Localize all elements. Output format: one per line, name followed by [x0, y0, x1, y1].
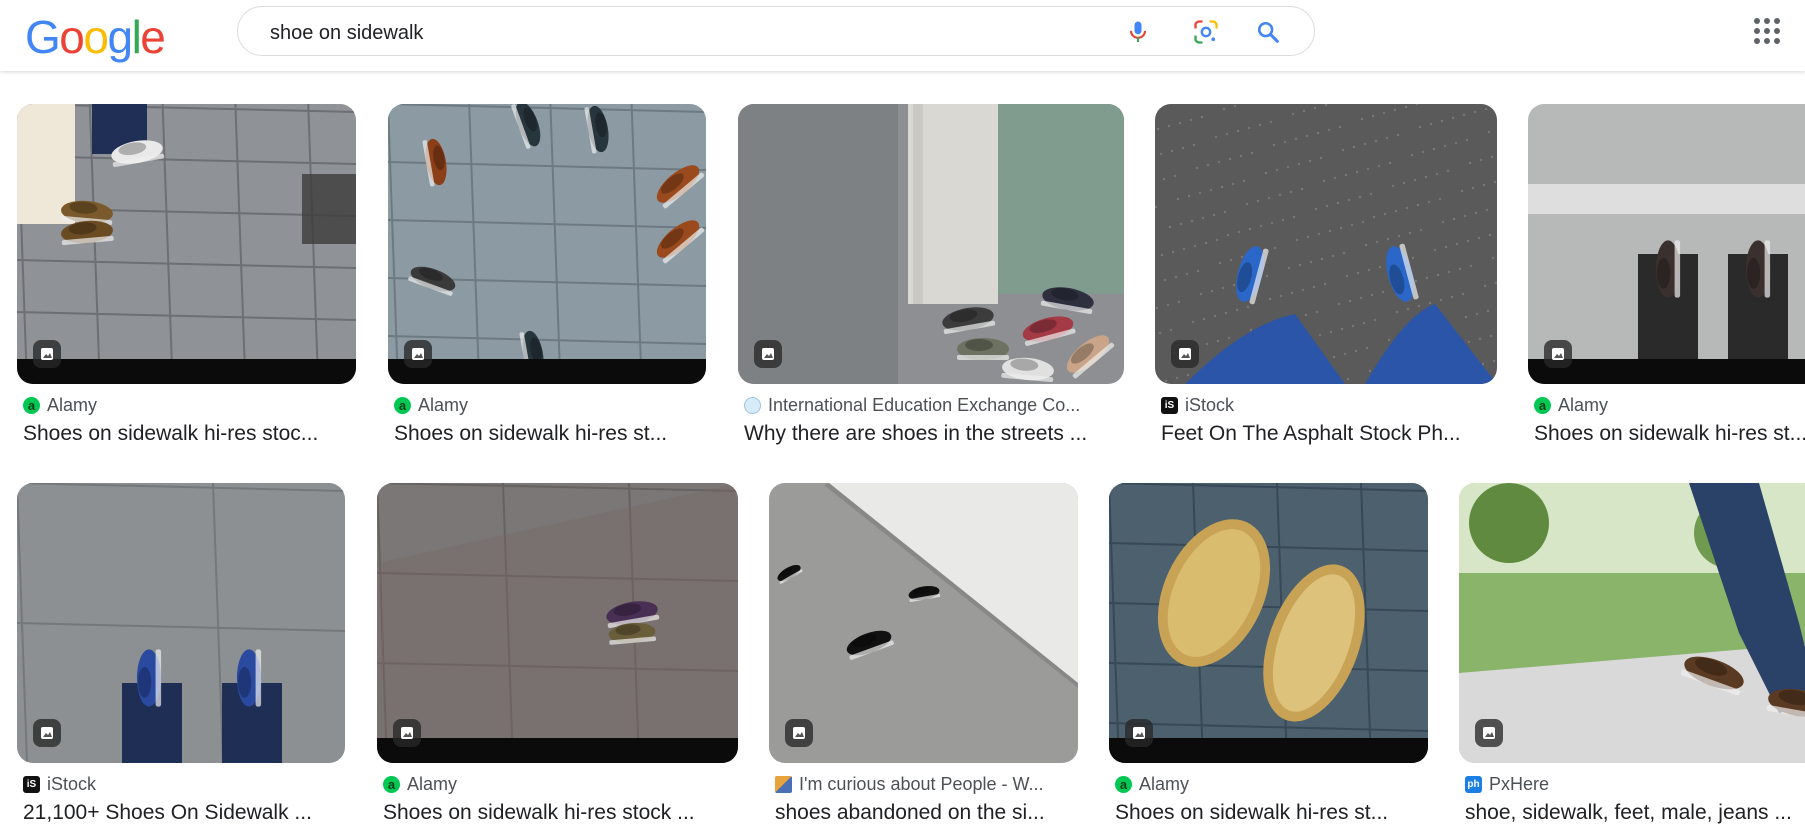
- image-icon: [1544, 340, 1572, 368]
- logo-letter: o: [59, 11, 85, 63]
- source-name: International Education Exchange Co...: [768, 394, 1081, 415]
- result-source[interactable]: I'm curious about People - W...: [775, 773, 1044, 795]
- source-name: Alamy: [407, 773, 458, 794]
- result-image-scene: [377, 483, 738, 763]
- result-source[interactable]: a Alamy: [1115, 773, 1189, 795]
- source-name: Alamy: [47, 394, 98, 415]
- microphone-icon[interactable]: [1124, 18, 1152, 46]
- image-result-card[interactable]: ph PxHere shoe, sidewalk, feet, male, jean…: [1459, 483, 1805, 833]
- result-source[interactable]: iS iStock: [1161, 394, 1234, 416]
- result-title[interactable]: 21,100+ Shoes On Sidewalk ...: [23, 801, 312, 825]
- result-image-scene: [1155, 104, 1497, 384]
- source-name: iStock: [1185, 394, 1235, 415]
- result-thumbnail[interactable]: [1459, 483, 1805, 763]
- image-result-card[interactable]: a Alamy Shoes on sidewalk hi-res st...: [1109, 483, 1428, 833]
- result-source[interactable]: a Alamy: [383, 773, 457, 795]
- result-image-scene: [1459, 483, 1805, 763]
- result-thumbnail[interactable]: [1528, 104, 1805, 384]
- result-thumbnail[interactable]: [738, 104, 1124, 384]
- image-result-card[interactable]: iS iStock Feet On The Asphalt Stock Ph...: [1155, 104, 1497, 454]
- logo-letter: l: [131, 11, 142, 63]
- source-name: Alamy: [1139, 773, 1190, 794]
- image-result-card[interactable]: a Alamy Shoes on sidewalk hi-res stock ...: [377, 483, 738, 833]
- pxhere-favicon-icon: ph: [1465, 775, 1482, 793]
- alamy-favicon-icon: a: [394, 396, 411, 414]
- source-name: Alamy: [1558, 394, 1609, 415]
- result-title[interactable]: Shoes on sidewalk hi-res st...: [1534, 422, 1805, 446]
- result-thumbnail[interactable]: [17, 483, 345, 763]
- result-thumbnail[interactable]: [1155, 104, 1497, 384]
- result-title[interactable]: Shoes on sidewalk hi-res stoc...: [23, 422, 318, 446]
- image-icon: [33, 719, 61, 747]
- image-result-card[interactable]: iS iStock 21,100+ Shoes On Sidewalk ...: [17, 483, 345, 833]
- result-source[interactable]: a Alamy: [394, 394, 468, 416]
- image-icon: [754, 340, 782, 368]
- search-input[interactable]: [268, 19, 1052, 47]
- result-image-scene: [1109, 483, 1428, 763]
- alamy-favicon-icon: a: [383, 775, 400, 793]
- logo-letter: G: [25, 11, 61, 63]
- source-name: I'm curious about People - W...: [799, 773, 1044, 794]
- result-source[interactable]: a Alamy: [1534, 394, 1608, 416]
- result-thumbnail[interactable]: [388, 104, 706, 384]
- logo-letter: o: [83, 11, 109, 63]
- image-result-card[interactable]: a Alamy Shoes on sidewalk hi-res st...: [388, 104, 706, 454]
- image-icon: [404, 340, 432, 368]
- logo-letter: e: [140, 11, 166, 63]
- search-box[interactable]: [237, 6, 1315, 56]
- apps-grid-icon[interactable]: [1752, 16, 1782, 46]
- image-result-card[interactable]: International Education Exchange Co... Wh…: [738, 104, 1124, 454]
- result-title[interactable]: shoes abandoned on the si...: [775, 801, 1045, 825]
- result-image-scene: [769, 483, 1078, 763]
- result-title[interactable]: Shoes on sidewalk hi-res stock ...: [383, 801, 695, 825]
- search-icon[interactable]: [1254, 18, 1282, 46]
- istock-favicon-icon: iS: [23, 775, 40, 793]
- alamy-favicon-icon: a: [23, 396, 40, 414]
- result-image-scene: [17, 483, 345, 763]
- result-thumbnail[interactable]: [17, 104, 356, 384]
- iee-favicon-icon: [744, 396, 761, 414]
- result-image-scene: [17, 104, 356, 384]
- result-title[interactable]: Shoes on sidewalk hi-res st...: [394, 422, 667, 446]
- result-image-scene: [738, 104, 1124, 384]
- lens-icon[interactable]: [1192, 18, 1220, 46]
- result-image-scene: [388, 104, 706, 384]
- google-logo[interactable]: Google: [25, 11, 166, 63]
- result-source[interactable]: ph PxHere: [1465, 773, 1549, 795]
- image-icon: [785, 719, 813, 747]
- source-name: iStock: [47, 773, 97, 794]
- image-icon: [393, 719, 421, 747]
- result-source[interactable]: International Education Exchange Co...: [744, 394, 1080, 416]
- image-icon: [33, 340, 61, 368]
- result-title[interactable]: Feet On The Asphalt Stock Ph...: [1161, 422, 1461, 446]
- source-name: PxHere: [1489, 773, 1550, 794]
- result-thumbnail[interactable]: [1109, 483, 1428, 763]
- result-source[interactable]: a Alamy: [23, 394, 97, 416]
- image-result-card[interactable]: a Alamy Shoes on sidewalk hi-res st...: [1528, 104, 1805, 454]
- image-icon: [1475, 719, 1503, 747]
- result-source[interactable]: iS iStock: [23, 773, 96, 795]
- curious-favicon-icon: [775, 775, 792, 793]
- result-title[interactable]: shoe, sidewalk, feet, male, jeans ...: [1465, 801, 1792, 825]
- image-icon: [1125, 719, 1153, 747]
- alamy-favicon-icon: a: [1115, 775, 1132, 793]
- result-title[interactable]: Shoes on sidewalk hi-res st...: [1115, 801, 1388, 825]
- top-bar: Google: [0, 0, 1805, 71]
- alamy-favicon-icon: a: [1534, 396, 1551, 414]
- image-icon: [1171, 340, 1199, 368]
- result-thumbnail[interactable]: [377, 483, 738, 763]
- logo-letter: g: [107, 11, 133, 63]
- result-thumbnail[interactable]: [769, 483, 1078, 763]
- image-result-card[interactable]: I'm curious about People - W... shoes aba…: [769, 483, 1078, 833]
- image-result-card[interactable]: a Alamy Shoes on sidewalk hi-res stoc...: [17, 104, 356, 454]
- istock-favicon-icon: iS: [1161, 396, 1178, 414]
- result-title[interactable]: Why there are shoes in the streets ...: [744, 422, 1087, 446]
- source-name: Alamy: [418, 394, 469, 415]
